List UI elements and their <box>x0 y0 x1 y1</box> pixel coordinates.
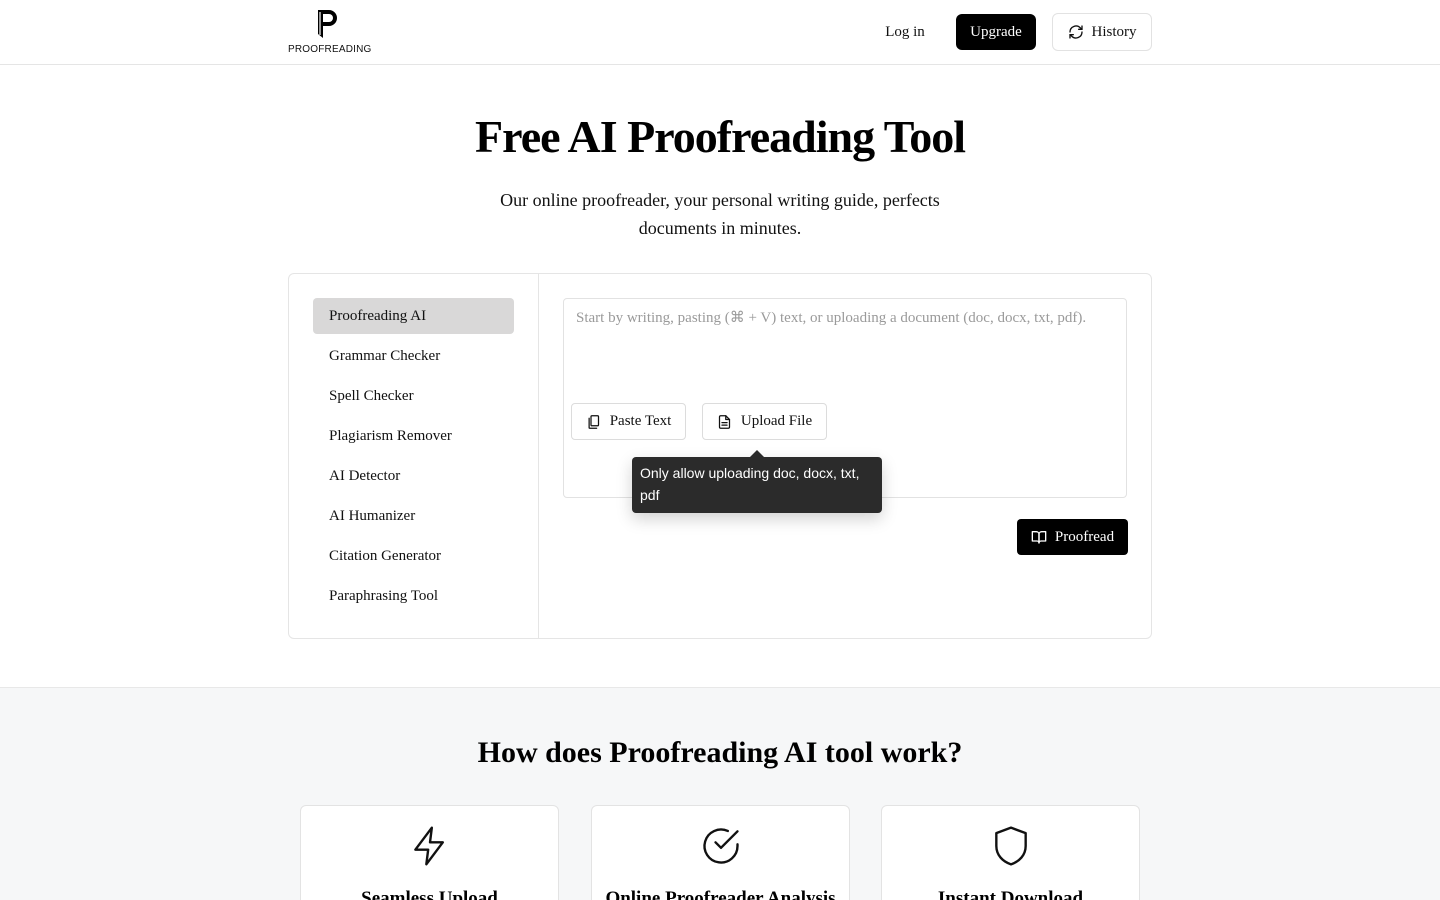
text-input[interactable] <box>564 299 1126 389</box>
sidebar-item-proofreading-ai[interactable]: Proofreading AI <box>313 298 514 334</box>
upload-tooltip: Only allow uploading doc, docx, txt, pdf <box>632 450 882 513</box>
sidebar-item-grammar-checker[interactable]: Grammar Checker <box>313 338 514 374</box>
sidebar-item-paraphrasing-tool[interactable]: Paraphrasing Tool <box>313 578 514 614</box>
tooltip-arrow <box>750 450 764 457</box>
clipboard-icon <box>588 414 599 429</box>
lightning-icon <box>414 826 445 866</box>
logo-text: PROOFREADING <box>288 44 372 55</box>
history-button[interactable]: History <box>1052 13 1152 51</box>
refresh-icon <box>1068 25 1083 39</box>
upload-file-label: Upload File <box>740 413 813 429</box>
page-title: Free AI Proofreading Tool <box>475 111 966 162</box>
feature-title: Seamless Upload <box>361 888 498 900</box>
file-icon <box>718 414 730 429</box>
proofread-button[interactable]: Proofread <box>1017 519 1128 555</box>
upgrade-button[interactable]: Upgrade <box>956 14 1036 50</box>
tooltip-text: Only allow uploading doc, docx, txt, pdf <box>640 465 860 503</box>
history-label: History <box>1091 23 1137 40</box>
feature-card-download: Instant Download <box>881 805 1140 900</box>
how-it-works-section: How does Proofreading AI tool work? Seam… <box>0 687 1440 900</box>
feature-card-analysis: Online Proofreader Analysis <box>591 805 850 900</box>
paste-text-label: Paste Text <box>609 413 672 429</box>
how-it-works-title: How does Proofreading AI tool work? <box>477 736 963 769</box>
site-header: PROOFREADING Log in Upgrade History <box>0 0 1440 65</box>
check-circle-icon <box>703 828 739 864</box>
proofread-label: Proofread <box>1054 528 1115 545</box>
upload-file-button[interactable]: Upload File <box>702 403 827 440</box>
sidebar-item-citation-generator[interactable]: Citation Generator <box>313 538 514 574</box>
feature-title: Instant Download <box>937 888 1084 900</box>
feature-card-upload: Seamless Upload <box>300 805 559 900</box>
page-subtitle: Our online proofreader, your personal wr… <box>500 190 940 238</box>
sidebar-item-ai-detector[interactable]: AI Detector <box>313 458 514 494</box>
tool-sidebar: Proofreading AI Grammar Checker Spell Ch… <box>289 274 539 638</box>
logo[interactable]: PROOFREADING <box>288 8 372 56</box>
sidebar-item-spell-checker[interactable]: Spell Checker <box>313 378 514 414</box>
logo-icon <box>318 10 337 38</box>
shield-icon <box>995 826 1027 866</box>
feature-title: Online Proofreader Analysis <box>605 888 836 900</box>
tool-panel: Proofreading AI Grammar Checker Spell Ch… <box>288 273 1152 639</box>
login-button[interactable]: Log in <box>872 14 938 50</box>
book-open-icon <box>1031 531 1047 544</box>
sidebar-item-plagiarism-remover[interactable]: Plagiarism Remover <box>313 418 514 454</box>
sidebar-item-ai-humanizer[interactable]: AI Humanizer <box>313 498 514 534</box>
paste-text-button[interactable]: Paste Text <box>571 403 686 440</box>
